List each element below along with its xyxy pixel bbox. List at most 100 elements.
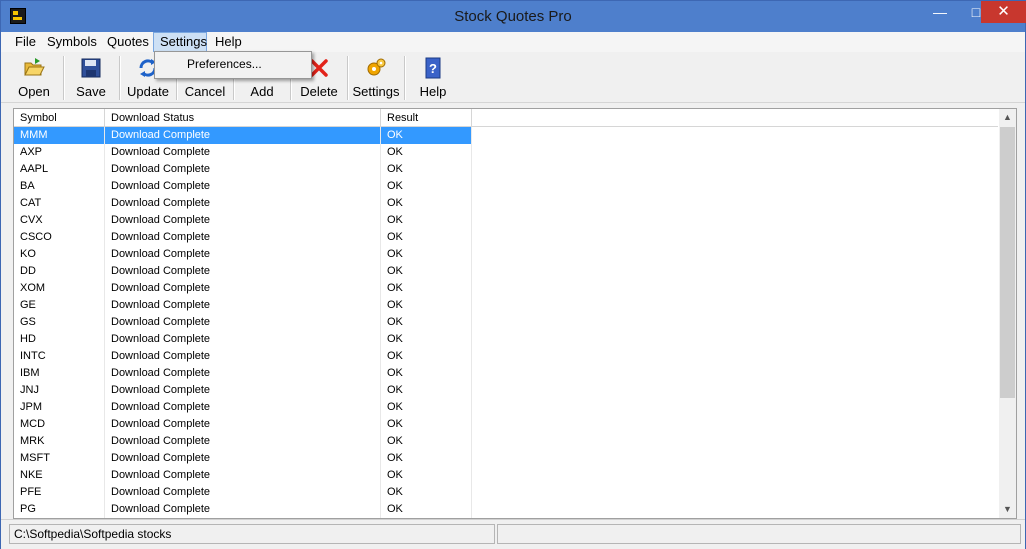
save-label: Save	[76, 84, 106, 99]
status-cell: Download Complete	[105, 382, 381, 399]
menu-file[interactable]: File	[9, 32, 42, 52]
table-row[interactable]: GS Download Complete OK	[14, 314, 998, 331]
result-cell: OK	[381, 229, 472, 246]
symbol-cell: IBM	[14, 365, 105, 382]
table-row[interactable]: DD Download Complete OK	[14, 263, 998, 280]
symbol-cell: MMM	[14, 127, 105, 144]
open-label: Open	[18, 84, 50, 99]
menu-quotes[interactable]: Quotes	[101, 32, 155, 52]
table-row[interactable]: MRK Download Complete OK	[14, 433, 998, 450]
table-row[interactable]: JPM Download Complete OK	[14, 399, 998, 416]
status-cell: Download Complete	[105, 348, 381, 365]
menu-symbols[interactable]: Symbols	[41, 32, 103, 52]
menu-settings[interactable]: Settings	[153, 32, 207, 52]
table-row[interactable]: BA Download Complete OK	[14, 178, 998, 195]
table-row[interactable]: CAT Download Complete OK	[14, 195, 998, 212]
empty-cell	[472, 399, 998, 416]
symbol-cell: KO	[14, 246, 105, 263]
floppy-save-icon	[81, 58, 101, 78]
table-row[interactable]: GE Download Complete OK	[14, 297, 998, 314]
table-row[interactable]: IBM Download Complete OK	[14, 365, 998, 382]
table-row[interactable]: MSFT Download Complete OK	[14, 450, 998, 467]
result-cell: OK	[381, 212, 472, 229]
status-cell: Download Complete	[105, 399, 381, 416]
status-cell: Download Complete	[105, 501, 381, 518]
settings-dropdown-menu: Preferences...	[154, 51, 312, 79]
table-row[interactable]: MCD Download Complete OK	[14, 416, 998, 433]
empty-cell	[472, 280, 998, 297]
table-row[interactable]: NKE Download Complete OK	[14, 467, 998, 484]
scroll-up-arrow-icon[interactable]: ▲	[999, 109, 1016, 126]
column-header-symbol[interactable]: Symbol	[14, 109, 105, 127]
result-cell: OK	[381, 450, 472, 467]
table-row[interactable]: MMM Download Complete OK	[14, 127, 998, 144]
result-cell: OK	[381, 484, 472, 501]
symbol-cell: CSCO	[14, 229, 105, 246]
status-cell: Download Complete	[105, 144, 381, 161]
status-cell: Download Complete	[105, 229, 381, 246]
result-cell: OK	[381, 433, 472, 450]
empty-cell	[472, 297, 998, 314]
empty-cell	[472, 331, 998, 348]
empty-cell	[472, 433, 998, 450]
result-cell: OK	[381, 331, 472, 348]
empty-cell	[472, 212, 998, 229]
symbol-cell: HD	[14, 331, 105, 348]
empty-cell	[472, 229, 998, 246]
symbol-cell: DD	[14, 263, 105, 280]
scroll-down-arrow-icon[interactable]: ▼	[999, 501, 1016, 518]
folder-open-icon	[24, 58, 45, 76]
status-path: C:\Softpedia\Softpedia stocks	[9, 524, 495, 544]
close-button[interactable]: ✕	[981, 1, 1026, 23]
gears-icon	[367, 58, 386, 76]
minimize-button[interactable]: —	[925, 1, 955, 23]
table-row[interactable]: INTC Download Complete OK	[14, 348, 998, 365]
table-row[interactable]: CVX Download Complete OK	[14, 212, 998, 229]
column-header-download-status[interactable]: Download Status	[105, 109, 381, 127]
table-row[interactable]: HD Download Complete OK	[14, 331, 998, 348]
menu-bar: File Symbols Quotes Settings Help	[1, 32, 1025, 52]
result-cell: OK	[381, 280, 472, 297]
table-row[interactable]: PFE Download Complete OK	[14, 484, 998, 501]
list-header: Symbol Download Status Result	[14, 109, 998, 127]
table-row[interactable]: JNJ Download Complete OK	[14, 382, 998, 399]
table-row[interactable]: XOM Download Complete OK	[14, 280, 998, 297]
symbol-cell: GE	[14, 297, 105, 314]
empty-cell	[472, 365, 998, 382]
empty-cell	[472, 263, 998, 280]
scrollbar-thumb[interactable]	[1000, 127, 1015, 398]
status-cell: Download Complete	[105, 314, 381, 331]
status-cell: Download Complete	[105, 263, 381, 280]
open-button[interactable]: Open	[7, 54, 61, 100]
settings-label: Settings	[352, 84, 400, 99]
column-header-empty	[472, 109, 998, 127]
empty-cell	[472, 467, 998, 484]
settings-button[interactable]: Settings	[349, 54, 403, 100]
result-cell: OK	[381, 297, 472, 314]
empty-cell	[472, 161, 998, 178]
table-row[interactable]: AXP Download Complete OK	[14, 144, 998, 161]
symbol-cell: CAT	[14, 195, 105, 212]
cancel-label: Cancel	[184, 84, 226, 99]
result-cell: OK	[381, 399, 472, 416]
symbol-cell: JNJ	[14, 382, 105, 399]
window-title: Stock Quotes Pro	[454, 8, 572, 25]
help-button[interactable]: ? Help	[406, 54, 460, 100]
table-row[interactable]: AAPL Download Complete OK	[14, 161, 998, 178]
menu-item-preferences[interactable]: Preferences...	[157, 54, 309, 74]
empty-cell	[472, 246, 998, 263]
quotes-list[interactable]: Symbol Download Status Result MMM Downloa…	[13, 108, 1017, 519]
result-cell: OK	[381, 195, 472, 212]
result-cell: OK	[381, 365, 472, 382]
table-row[interactable]: CSCO Download Complete OK	[14, 229, 998, 246]
menu-help[interactable]: Help	[209, 32, 248, 52]
title-bar[interactable]: Stock Quotes Pro — □ ✕	[1, 1, 1026, 32]
table-row[interactable]: KO Download Complete OK	[14, 246, 998, 263]
result-cell: OK	[381, 246, 472, 263]
result-cell: OK	[381, 467, 472, 484]
save-button[interactable]: Save	[64, 54, 118, 100]
result-cell: OK	[381, 144, 472, 161]
vertical-scrollbar[interactable]: ▲ ▼	[999, 109, 1016, 518]
table-row[interactable]: PG Download Complete OK	[14, 501, 998, 518]
column-header-result[interactable]: Result	[381, 109, 472, 127]
